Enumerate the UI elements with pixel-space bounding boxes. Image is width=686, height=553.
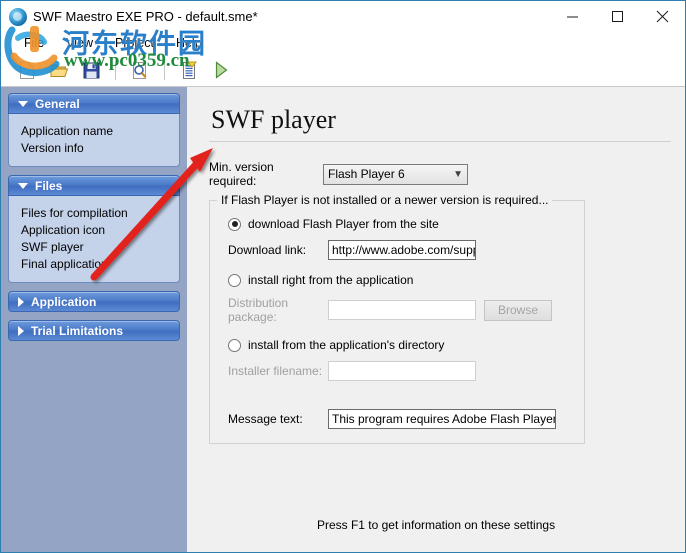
toolbar-separator-2 xyxy=(164,60,165,80)
minimize-icon[interactable] xyxy=(550,1,595,32)
sidebar-item-application-name[interactable]: Application name xyxy=(21,123,179,140)
radio-download-from-site-label: download Flash Player from the site xyxy=(248,217,439,231)
radio-install-from-directory-label: install from the application's directory xyxy=(248,338,445,352)
chevron-right-icon xyxy=(18,296,24,307)
sidebar-panel-general-header[interactable]: General xyxy=(8,93,180,114)
menu-item-file[interactable]: File xyxy=(15,34,53,52)
toolbar xyxy=(1,54,685,87)
message-text-row: Message text: This program requires Adob… xyxy=(222,409,572,429)
sidebar: General Application name Version info Fi… xyxy=(1,87,187,552)
sidebar-panel-trial-limitations-title: Trial Limitations xyxy=(31,323,124,338)
flash-fallback-group-title: If Flash Player is not installed or a ne… xyxy=(217,193,553,207)
installer-filename-row: Installer filename: xyxy=(222,361,572,381)
download-link-value: http://www.adobe.com/supp xyxy=(332,243,476,257)
compile-list-icon[interactable] xyxy=(175,57,203,83)
sidebar-panel-trial-limitations-header[interactable]: Trial Limitations xyxy=(8,320,180,341)
installer-filename-label: Installer filename: xyxy=(228,364,323,378)
window-controls xyxy=(550,1,685,32)
distribution-package-row: Distribution package: Browse xyxy=(222,296,572,324)
radio-install-from-application-label: install right from the application xyxy=(248,273,414,287)
sidebar-item-final-application[interactable]: Final application xyxy=(21,256,179,273)
sidebar-panel-files: Files Files for compilation Application … xyxy=(8,175,180,283)
flash-fallback-group: If Flash Player is not installed or a ne… xyxy=(209,193,585,444)
download-link-label: Download link: xyxy=(228,243,307,257)
radio-button-icon xyxy=(228,217,241,231)
menu-item-project[interactable]: Project xyxy=(106,34,163,52)
sidebar-panel-general-title: General xyxy=(35,96,80,111)
download-link-input[interactable]: http://www.adobe.com/supp xyxy=(328,240,476,260)
application-window: SWF Maestro EXE PRO - default.sme* File … xyxy=(0,0,686,553)
window-title: SWF Maestro EXE PRO - default.sme* xyxy=(33,9,258,24)
settings-form: Min. version required: Flash Player 6 ▼ … xyxy=(187,142,685,518)
sidebar-panel-files-body: Files for compilation Application icon S… xyxy=(8,196,180,283)
title-bar: SWF Maestro EXE PRO - default.sme* xyxy=(1,1,685,32)
installer-filename-input[interactable] xyxy=(328,361,476,381)
browse-button[interactable]: Browse xyxy=(484,299,552,321)
radio-install-from-directory[interactable]: install from the application's directory xyxy=(228,338,572,352)
sidebar-item-files-for-compilation[interactable]: Files for compilation xyxy=(21,205,179,222)
help-hint: Press F1 to get information on these set… xyxy=(316,518,556,532)
min-version-row: Min. version required: Flash Player 6 ▼ xyxy=(209,160,685,188)
open-folder-icon[interactable] xyxy=(45,57,73,83)
download-link-row: Download link: http://www.adobe.com/supp xyxy=(222,240,572,260)
radio-install-from-application[interactable]: install right from the application xyxy=(228,273,572,287)
save-floppy-icon[interactable] xyxy=(77,57,105,83)
distribution-package-label: Distribution package: xyxy=(228,296,289,324)
close-icon[interactable] xyxy=(640,1,685,32)
sidebar-panel-general: General Application name Version info xyxy=(8,93,180,167)
sidebar-panel-application: Application xyxy=(8,291,180,312)
chevron-down-icon xyxy=(18,182,28,189)
radio-button-icon xyxy=(228,338,241,352)
content-pane: SWF player Min. version required: Flash … xyxy=(187,87,685,552)
message-text-value: This program requires Adobe Flash Player… xyxy=(332,412,556,426)
distribution-package-input[interactable] xyxy=(328,300,476,320)
maximize-icon[interactable] xyxy=(595,1,640,32)
sidebar-panel-general-body: Application name Version info xyxy=(8,114,180,167)
menu-item-view[interactable]: View xyxy=(57,34,102,52)
menu-bar: File View Project Help xyxy=(1,32,685,54)
sidebar-panel-application-header[interactable]: Application xyxy=(8,291,180,312)
toolbar-separator xyxy=(115,60,116,80)
sidebar-panel-files-title: Files xyxy=(35,178,63,193)
message-text-label: Message text: xyxy=(228,412,303,426)
min-version-select[interactable]: Flash Player 6 ▼ xyxy=(323,163,468,185)
menu-item-help[interactable]: Help xyxy=(167,34,211,52)
sidebar-item-swf-player[interactable]: SWF player xyxy=(21,239,179,256)
swf-maestro-icon xyxy=(9,7,27,26)
min-version-value: Flash Player 6 xyxy=(328,167,405,181)
sidebar-item-version-info[interactable]: Version info xyxy=(21,140,179,157)
radio-button-icon xyxy=(228,273,241,287)
radio-download-from-site[interactable]: download Flash Player from the site xyxy=(228,217,572,231)
sidebar-panel-application-title: Application xyxy=(31,294,97,309)
sidebar-item-application-icon[interactable]: Application icon xyxy=(21,222,179,239)
new-file-icon[interactable] xyxy=(13,57,41,83)
preview-magnifier-icon[interactable] xyxy=(126,57,154,83)
page-title: SWF player xyxy=(211,105,336,134)
min-version-label: Min. version required: xyxy=(209,160,274,188)
sidebar-panel-files-header[interactable]: Files xyxy=(8,175,180,196)
footer-spacer xyxy=(187,546,685,552)
sidebar-panel-trial-limitations: Trial Limitations xyxy=(8,320,180,341)
chevron-down-icon: ▼ xyxy=(453,168,463,180)
chevron-down-icon xyxy=(18,100,28,107)
main-body: General Application name Version info Fi… xyxy=(1,87,685,552)
message-text-input[interactable]: This program requires Adobe Flash Player… xyxy=(328,409,556,429)
chevron-right-icon xyxy=(18,325,24,336)
run-play-icon[interactable] xyxy=(207,57,235,83)
